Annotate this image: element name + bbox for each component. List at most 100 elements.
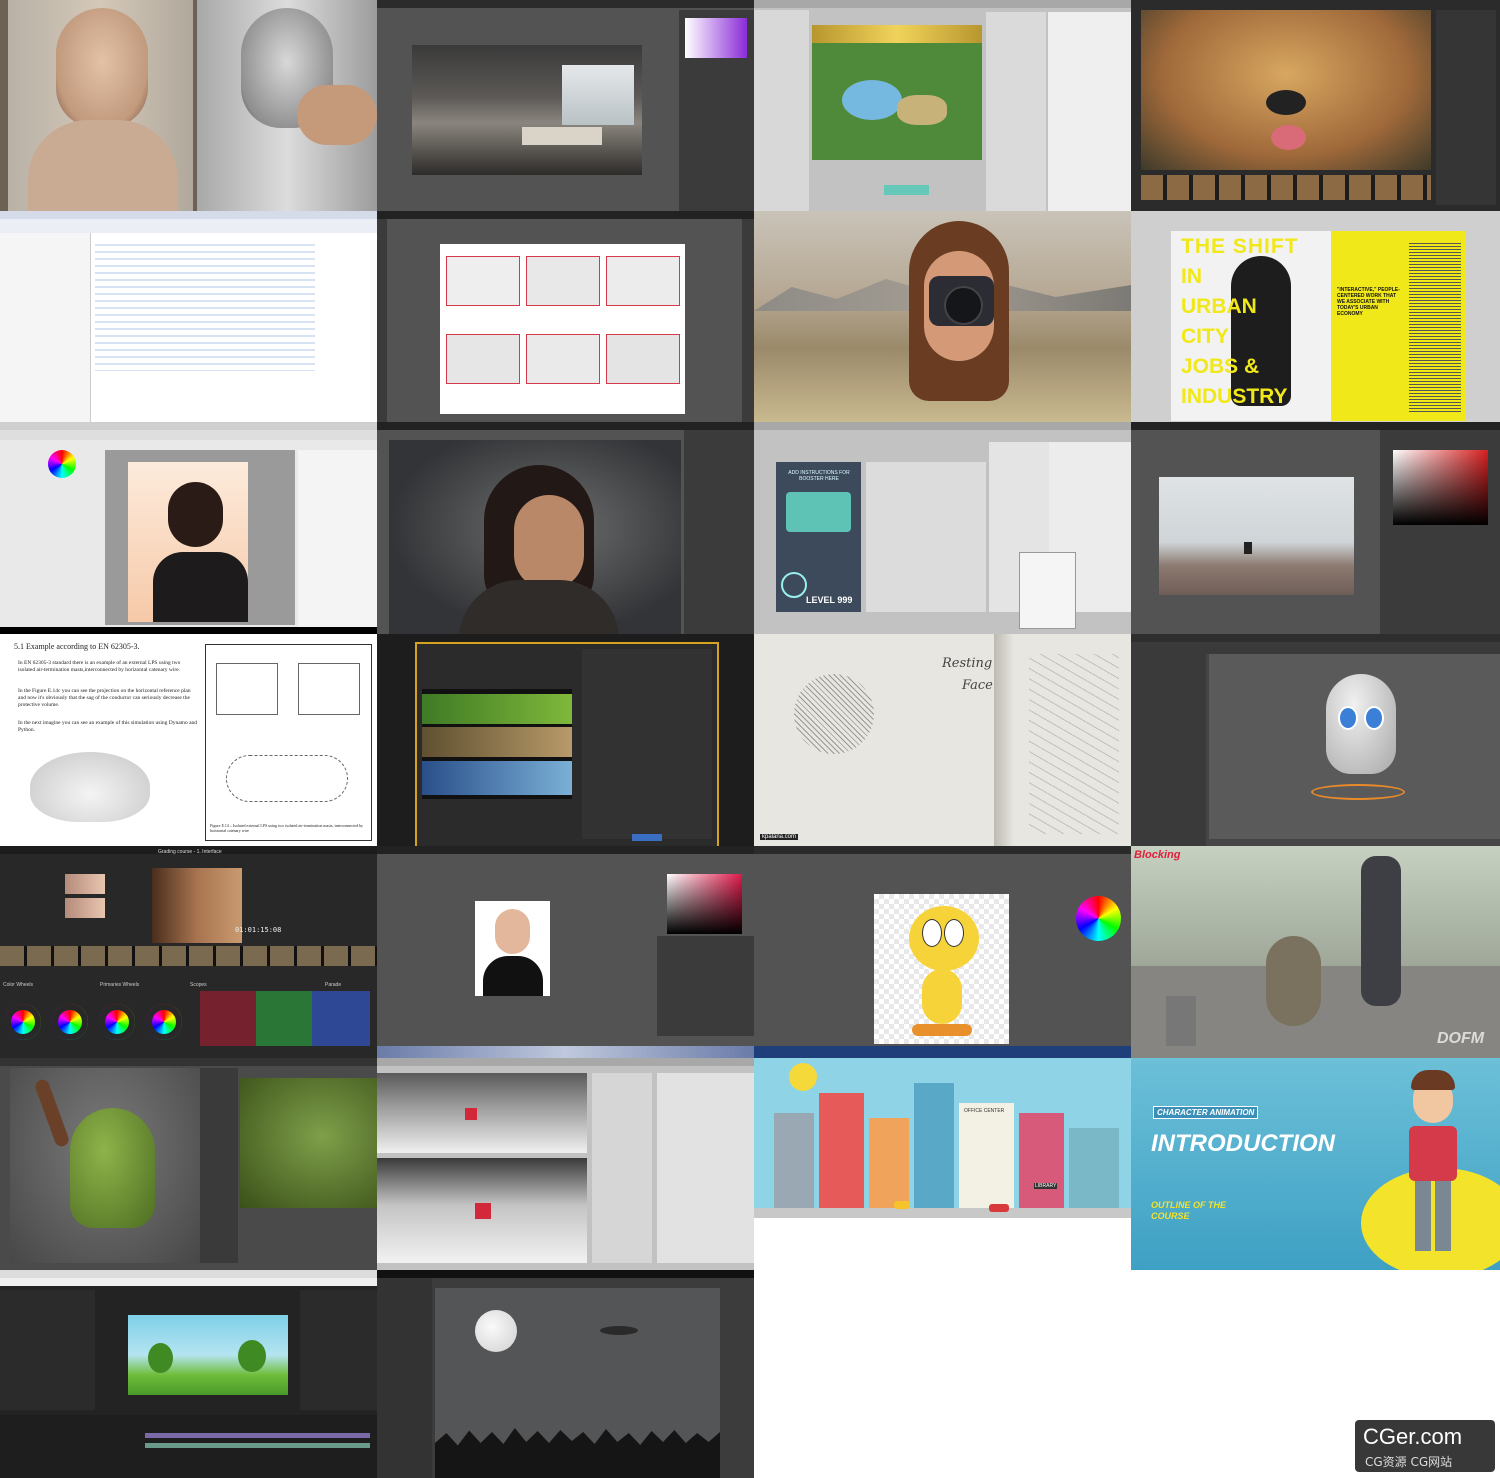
course-tag: CHARACTER ANIMATION (1153, 1106, 1259, 1119)
timecode: 01:01:15:08 (235, 926, 282, 934)
export-settings[interactable] (582, 649, 712, 839)
site-credit: kpalana.com (760, 834, 799, 840)
tile-3d-orc (0, 1058, 377, 1270)
canvas-interior-render (412, 45, 642, 175)
export-button[interactable] (632, 834, 662, 841)
label-parade: Parade (325, 982, 342, 988)
tile-photoshop-man-portrait (377, 422, 754, 634)
game-view (377, 1158, 587, 1263)
project-title: Grading course - 1. Interface (158, 849, 222, 855)
wheel-gamma[interactable] (52, 1004, 88, 1040)
figure-caption: Figure E.14 – Isolated external LPS usin… (210, 823, 363, 833)
ufo (600, 1326, 638, 1335)
tile-unity-mobile-ui: ADD INSTRUCTIONS FOR BOOSTER HERE LEVEL … (754, 422, 1131, 634)
tile-unity-hexmap (754, 0, 1131, 211)
export-preview (422, 689, 572, 799)
sun (789, 1063, 817, 1091)
color-wheel[interactable] (1076, 896, 1121, 941)
tile-after-effects (0, 1270, 377, 1478)
sign-office-center: OFFICE CENTER (964, 1108, 1005, 1114)
tile-photoshop-storyboard (377, 211, 754, 422)
color-picker[interactable] (685, 18, 747, 58)
canvas-woman (475, 901, 550, 996)
color-field[interactable] (667, 874, 742, 934)
pencil-sketch (197, 0, 377, 211)
simulation-render (30, 752, 150, 822)
tile-night-scene (377, 1270, 754, 1478)
sign-library: LIBRARY (1034, 1183, 1058, 1189)
tile-vector-tweety (754, 846, 1131, 1058)
level-label: LEVEL 999 (806, 595, 853, 605)
paragraph-3: In the next imagine you can see an examp… (18, 720, 198, 733)
tile-photo-camera-girl (754, 211, 1131, 422)
canvas-night (435, 1288, 720, 1478)
character-mesh (1326, 674, 1396, 774)
dofm-watermark: DOFM (1437, 1030, 1485, 1047)
intro-title: INTRODUCTION (1151, 1130, 1335, 1157)
watermark-main: CGer.com (1363, 1424, 1463, 1449)
tile-lightroom-puppy (1131, 0, 1500, 211)
handwriting-resting: Resting (942, 656, 993, 671)
dock[interactable] (377, 1046, 754, 1058)
game-view[interactable]: ADD INSTRUCTIONS FOR BOOSTER HERE LEVEL … (776, 462, 861, 612)
headline-line-5: JOBS & (1181, 355, 1260, 378)
road (754, 1208, 1131, 1218)
canvas-man (389, 440, 681, 634)
tile-photoshop-woman (377, 846, 754, 1058)
color-field[interactable] (1393, 450, 1488, 525)
tile-magazine-layout: THE SHIFT IN URBAN CITY JOBS & INDUSTRY … (1131, 211, 1500, 422)
wheel-lift[interactable] (5, 1004, 41, 1040)
paragraph-1: In EN 62305-3 standard there is an examp… (18, 660, 181, 673)
composition-preview (128, 1315, 288, 1395)
clip-strip[interactable] (0, 946, 377, 966)
tree-line (435, 1428, 720, 1478)
timeline[interactable] (0, 1415, 377, 1478)
viewer (152, 868, 242, 943)
photo-reference (8, 0, 193, 211)
tile-photoshop-interior (377, 0, 754, 211)
label-color-wheels: Color Wheels (3, 982, 34, 988)
tile-document-lps: 5.1 Example according to EN 62305-3. In … (0, 634, 377, 846)
character-rig (1266, 936, 1321, 1026)
color-wheel[interactable] (48, 450, 76, 478)
handwriting-face: Face (962, 678, 993, 693)
site-watermark: CGer.com CG资源 CG网站 (1355, 1420, 1495, 1472)
canvas-landscape (1159, 477, 1354, 595)
tile-photoshop-color-picker (1131, 422, 1500, 634)
viewport[interactable] (10, 1068, 200, 1263)
tile-3d-character (1131, 634, 1500, 846)
tile-code-editor (0, 211, 377, 422)
spread-right: "INTERACTIVE," PEOPLE-CENTERED WORK THAT… (1331, 231, 1466, 421)
dropdown-menu[interactable] (1019, 552, 1076, 629)
blocking-tag: Blocking (1134, 849, 1181, 861)
tile-premiere-export (377, 634, 754, 846)
storyboard-sheet (440, 244, 685, 414)
tile-unity-corridor (377, 1058, 754, 1270)
artboard[interactable] (874, 894, 1009, 1044)
tile-portrait-drawing (0, 0, 377, 211)
section-heading: 5.1 Example according to EN 62305-3. (14, 642, 140, 651)
booster-banner: ADD INSTRUCTIONS FOR BOOSTER HERE (788, 470, 850, 482)
wheel-gain[interactable] (99, 1004, 135, 1040)
intro-subtitle: OUTLINE OF THE COURSE (1151, 1200, 1226, 1221)
photo-puppy (1141, 10, 1431, 170)
wheel-offset[interactable] (146, 1004, 182, 1040)
headline-line-1: THE SHIFT (1181, 235, 1299, 258)
label-primaries: Primaries Wheels (100, 982, 140, 988)
tile-character-animation-intro: CHARACTER ANIMATION INTRODUCTION OUTLINE… (1131, 1058, 1500, 1270)
parade-scope (200, 991, 370, 1046)
watermark-sub: CG资源 CG网站 (1365, 1455, 1453, 1469)
filmstrip[interactable] (1141, 175, 1431, 200)
tile-animation-blocking: Blocking DOFM (1131, 846, 1500, 1058)
tile-paint-app-portrait (0, 422, 377, 634)
tile-resolve-grading: Grading course - 1. Interface 01:01:15:0… (0, 846, 377, 1058)
play-button[interactable] (884, 185, 929, 195)
label-scopes: Scopes (190, 982, 207, 988)
headline-line-2: IN (1181, 265, 1202, 288)
pull-quote: "INTERACTIVE," PEOPLE-CENTERED WORK THAT… (1337, 287, 1400, 317)
headline-line-6: INDUSTRY (1181, 385, 1288, 408)
technical-drawing: Figure E.14 – Isolated external LPS usin… (205, 644, 372, 841)
moon (475, 1310, 517, 1352)
scene-view[interactable] (377, 1073, 587, 1153)
scene-hex-map[interactable] (812, 25, 982, 160)
